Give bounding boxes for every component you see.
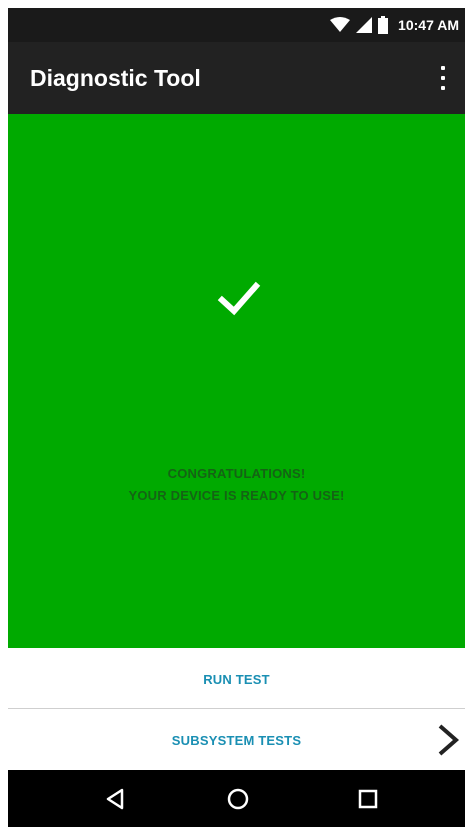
app-title: Diagnostic Tool bbox=[30, 65, 201, 91]
navigation-bar bbox=[8, 770, 465, 827]
back-icon[interactable] bbox=[100, 784, 130, 814]
run-test-button[interactable]: RUN TEST bbox=[8, 648, 465, 709]
recents-icon[interactable] bbox=[353, 784, 383, 814]
result-message-line1: CONGRATULATIONS! bbox=[167, 466, 306, 481]
app-bar: Diagnostic Tool bbox=[8, 42, 465, 114]
status-bar: 10:47 AM bbox=[8, 8, 465, 42]
chevron-right-icon bbox=[438, 724, 460, 756]
cell-signal-icon bbox=[356, 17, 373, 33]
run-test-label: RUN TEST bbox=[203, 672, 270, 687]
status-time: 10:47 AM bbox=[398, 17, 459, 33]
test-result-panel: CONGRATULATIONS! YOUR DEVICE IS READY TO… bbox=[8, 114, 465, 648]
status-icons: 10:47 AM bbox=[330, 8, 459, 42]
wifi-icon bbox=[330, 17, 351, 32]
subsystem-tests-label: SUBSYSTEM TESTS bbox=[171, 733, 302, 748]
battery-icon bbox=[378, 16, 389, 34]
checkmark-icon bbox=[217, 281, 261, 316]
menu-dot bbox=[441, 86, 445, 90]
device-screen: 10:47 AM Diagnostic Tool CONGRATULATIONS… bbox=[8, 8, 465, 827]
result-message-line2: YOUR DEVICE IS READY TO USE! bbox=[128, 488, 345, 503]
home-icon[interactable] bbox=[223, 784, 253, 814]
overflow-menu-icon[interactable] bbox=[433, 64, 453, 92]
menu-dot bbox=[441, 76, 445, 80]
subsystem-tests-button[interactable]: SUBSYSTEM TESTS bbox=[8, 709, 465, 770]
menu-dot bbox=[441, 66, 445, 70]
